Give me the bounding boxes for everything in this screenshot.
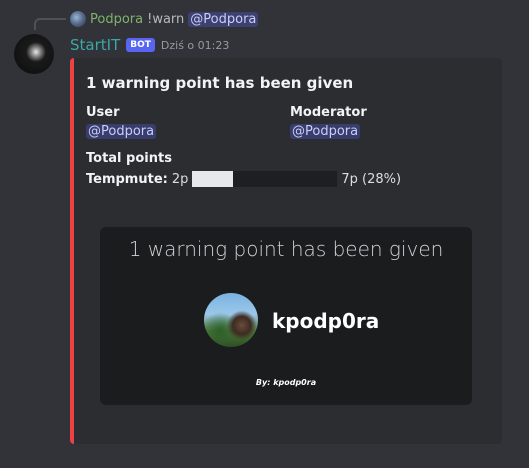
reply-mention[interactable]: @Podpora bbox=[188, 11, 259, 27]
embed-title: 1 warning point has been given bbox=[86, 74, 354, 92]
message-timestamp: Dziś o 01:23 bbox=[160, 38, 230, 52]
field-moderator-mention[interactable]: @Podpora bbox=[290, 124, 361, 139]
embed-image[interactable]: 1 warning point has been given kpodp0ra … bbox=[100, 227, 472, 405]
reply-preview[interactable]: Podpora !warn @Podpora bbox=[70, 10, 259, 28]
tempmute-progress-bar bbox=[192, 171, 338, 187]
message-header: StartIT BOT Dziś o 01:23 bbox=[70, 35, 229, 55]
reply-command: !warn bbox=[147, 11, 185, 27]
field-moderator-label: Moderator bbox=[290, 105, 367, 120]
tempmute-end: 7p (28%) bbox=[341, 171, 402, 187]
reply-author[interactable]: Podpora bbox=[90, 12, 143, 27]
tempmute-progress-fill bbox=[192, 171, 233, 187]
warning-embed: 1 warning point has been given User @Pod… bbox=[70, 58, 502, 444]
bot-username[interactable]: StartIT bbox=[70, 36, 120, 54]
tempmute-row: Tempmute: 2p 7p (28%) bbox=[86, 171, 401, 187]
field-total-points: Total points bbox=[86, 151, 172, 166]
field-moderator: Moderator @Podpora bbox=[290, 105, 367, 139]
image-title: 1 warning point has been given bbox=[128, 237, 444, 261]
bot-badge: BOT bbox=[126, 38, 155, 52]
embed-accent-bar bbox=[70, 58, 74, 444]
field-user-mention[interactable]: @Podpora bbox=[86, 124, 157, 139]
reply-connector bbox=[34, 18, 66, 30]
image-user-avatar bbox=[204, 293, 258, 347]
tempmute-start: 2p bbox=[171, 171, 189, 187]
reply-avatar[interactable] bbox=[70, 11, 86, 27]
image-username: kpodp0ra bbox=[272, 309, 380, 333]
field-total-points-label: Total points bbox=[86, 151, 172, 166]
image-footer: By: kpodp0ra bbox=[255, 378, 317, 387]
field-user-label: User bbox=[86, 105, 120, 120]
tempmute-label: Tempmute: bbox=[86, 171, 168, 187]
bot-avatar[interactable] bbox=[14, 34, 54, 74]
field-user: User @Podpora bbox=[86, 105, 157, 139]
